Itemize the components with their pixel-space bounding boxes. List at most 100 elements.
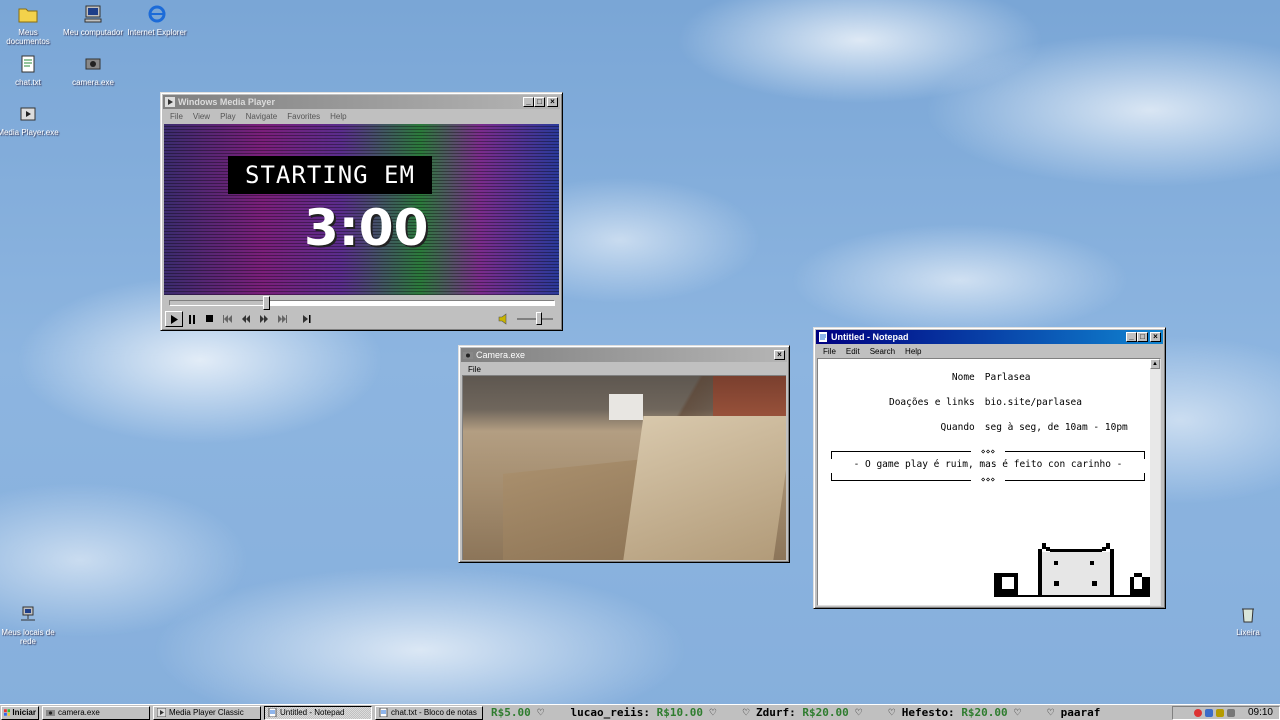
menu-file[interactable]: File (463, 365, 486, 374)
desktop-icon-recycle-bin[interactable]: Lixeira (1216, 604, 1280, 637)
volume-icon[interactable] (497, 312, 511, 326)
close-button[interactable]: × (547, 97, 558, 107)
tray-app-icon[interactable] (1226, 708, 1235, 717)
rewind-button[interactable] (237, 311, 255, 327)
notepad-icon (819, 332, 827, 342)
camera-window[interactable]: Camera.exe × File (458, 345, 790, 563)
start-button[interactable]: Iniciar (1, 705, 39, 720)
menu-search[interactable]: Search (865, 347, 900, 356)
camera-feed-shape (622, 416, 786, 560)
pixel-cat-art (994, 543, 1154, 597)
scroll-up-button[interactable]: ▲ (1150, 359, 1160, 369)
desktop-icon-camera-exe[interactable]: camera.exe (61, 54, 125, 87)
desktop-icon-label: Internet Explorer (127, 28, 187, 37)
ticker-entry: ♡ paaraf (1047, 705, 1101, 719)
desktop-icon-label: Meu computador (62, 28, 124, 37)
play-icon (171, 314, 178, 324)
media-player-icon (157, 708, 166, 717)
desktop-icon-chat-txt[interactable]: chat.txt (0, 54, 60, 87)
seek-thumb[interactable] (263, 296, 270, 310)
volume-slider[interactable] (517, 312, 553, 325)
desktop-icon-label: camera.exe (72, 78, 114, 87)
pause-icon (189, 314, 195, 324)
stop-button[interactable] (201, 311, 219, 327)
tray-volume-icon[interactable] (1215, 708, 1224, 717)
camera-feed (462, 375, 786, 560)
video-display[interactable]: STARTING EM 3:00 (164, 124, 559, 295)
desktop-icon-label: Lixeira (1236, 628, 1260, 637)
desktop-icon-label: Meus locais de rede (1, 628, 55, 646)
step-button[interactable] (297, 311, 315, 327)
notepad-window[interactable]: Untitled - Notepad _ □ × File Edit Searc… (813, 327, 1166, 609)
window-title: Windows Media Player (178, 97, 275, 107)
ticker-entry: ♡ Hefesto: R$20.00 ♡ (888, 705, 1041, 719)
desktop-icon-label: Meus documentos (6, 28, 50, 46)
menu-play[interactable]: Play (215, 112, 241, 121)
fast-forward-button[interactable] (255, 311, 273, 327)
desktop-icon-my-computer[interactable]: Meu computador (61, 4, 125, 37)
media-player-titlebar[interactable]: Windows Media Player _ □ × (163, 95, 560, 109)
taskbar-clock[interactable]: 09:10 (1248, 707, 1273, 718)
minimize-button[interactable]: _ (523, 97, 534, 107)
info-label: Doações e links (888, 397, 975, 408)
system-tray: 09:10 (1172, 705, 1280, 720)
close-button[interactable]: × (1150, 332, 1161, 342)
volume-thumb[interactable] (535, 312, 542, 325)
menu-file[interactable]: File (818, 347, 841, 356)
playback-controls (165, 311, 559, 327)
folder-icon (18, 8, 38, 23)
next-button[interactable] (273, 311, 291, 327)
notepad-titlebar[interactable]: Untitled - Notepad _ □ × (816, 330, 1163, 344)
menu-file[interactable]: File (165, 112, 188, 121)
menu-edit[interactable]: Edit (841, 347, 865, 356)
maximize-button[interactable]: □ (534, 97, 545, 107)
camera-icon (46, 710, 55, 716)
menu-favorites[interactable]: Favorites (282, 112, 325, 121)
message-text: - O game play é ruim, mas é feito con ca… (853, 459, 1123, 470)
seek-bar[interactable] (169, 296, 555, 310)
camera-menubar: File (461, 362, 787, 376)
desktop-icon-label: Media Player.exe (0, 128, 59, 137)
start-label: Iniciar (12, 708, 36, 717)
windows-logo-icon (4, 709, 11, 716)
menu-navigate[interactable]: Navigate (241, 112, 283, 121)
task-label: chat.txt - Bloco de notas (391, 708, 477, 717)
info-value: Parlasea (984, 372, 1031, 383)
close-button[interactable]: × (774, 350, 785, 360)
stop-icon (206, 315, 213, 322)
task-button-chat[interactable]: chat.txt - Bloco de notas (375, 705, 483, 720)
minimize-button[interactable]: _ (1126, 332, 1137, 342)
desktop-icon-my-documents[interactable]: Meus documentos (0, 4, 60, 46)
ticker-entry: ♡ Zdurf: R$20.00 ♡ (742, 705, 882, 719)
previous-button[interactable] (219, 311, 237, 327)
desktop-icon-media-player[interactable]: Media Player.exe (0, 104, 60, 137)
vertical-scrollbar[interactable]: ▲ (1150, 359, 1160, 605)
task-button-camera[interactable]: camera.exe (42, 705, 150, 720)
ticker-entry: R$5.00 ♡ (491, 705, 564, 719)
rewind-icon (242, 315, 250, 323)
skip-forward-icon (278, 315, 287, 323)
task-button-media-player[interactable]: Media Player Classic (153, 705, 261, 720)
maximize-button[interactable]: □ (1137, 332, 1148, 342)
task-button-notepad[interactable]: Untitled - Notepad (264, 705, 372, 720)
pause-button[interactable] (183, 311, 201, 327)
play-button[interactable] (165, 311, 183, 327)
info-label: Nome (951, 372, 975, 383)
menu-help[interactable]: Help (900, 347, 926, 356)
tray-record-icon[interactable] (1193, 708, 1202, 717)
desktop-icon-network[interactable]: Meus locais de rede (0, 604, 60, 646)
camera-feed-shape (609, 394, 643, 420)
donation-ticker: R$5.00 ♡ lucao_reiis: R$10.00 ♡ ♡ Zdurf:… (483, 705, 1172, 720)
notepad-icon (268, 708, 277, 717)
menu-help[interactable]: Help (325, 112, 351, 121)
tray-network-icon[interactable] (1204, 708, 1213, 717)
window-title: Untitled - Notepad (831, 332, 909, 342)
network-icon (21, 606, 35, 621)
seek-progress (170, 301, 266, 305)
media-player-window[interactable]: Windows Media Player _ □ × File View Pla… (160, 92, 563, 331)
notepad-text-area[interactable]: Nome Parlasea Doações e links bio.site/par… (817, 358, 1161, 606)
camera-titlebar[interactable]: Camera.exe × (461, 348, 787, 362)
menu-view[interactable]: View (188, 112, 215, 121)
notepad-icon (379, 708, 388, 717)
desktop-icon-internet-explorer[interactable]: Internet Explorer (125, 4, 189, 37)
